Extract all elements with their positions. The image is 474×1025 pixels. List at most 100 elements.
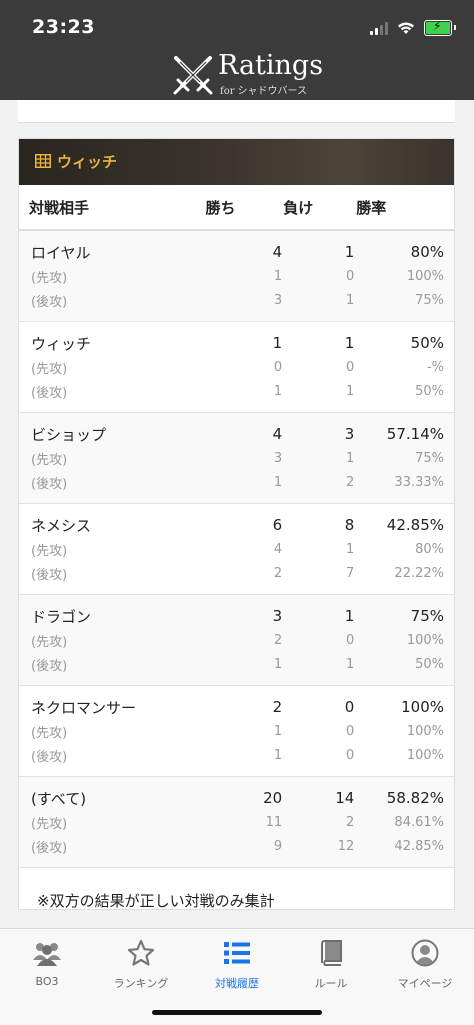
cell-rate: 75% <box>410 607 444 625</box>
star-icon <box>127 939 155 966</box>
cell-losses: 0 <box>346 723 355 739</box>
cell-wins: 1 <box>272 334 283 352</box>
matchup-first-row: (先攻) 4 1 80% <box>19 537 454 561</box>
cell-rate: 33.33% <box>394 474 444 490</box>
matchup-second-row: (後攻) 1 1 50% <box>19 652 454 686</box>
cell-wins: 11 <box>265 814 283 830</box>
list-icon <box>224 942 250 964</box>
battery-icon: ⚡ <box>424 19 456 36</box>
tab-bo3[interactable]: BO3 <box>2 937 92 988</box>
cell-rate: 50% <box>415 383 444 399</box>
cell-rate: 100% <box>406 723 444 739</box>
cell-label: ネメシス <box>31 516 92 535</box>
tab-label: ランキング <box>113 977 169 990</box>
matchup-total-row: ドラゴン 3 1 75% <box>19 595 454 629</box>
tab-match-history[interactable]: 対戦履歴 <box>192 937 282 991</box>
matchup-second-row: (後攻) 9 12 42.85% <box>19 834 454 868</box>
cell-label: ロイヤル <box>31 243 91 262</box>
cell-wins: 0 <box>273 359 283 375</box>
cell-label: (先攻) <box>31 634 68 650</box>
cell-losses: 0 <box>346 268 355 284</box>
table-icon <box>35 154 51 168</box>
cell-losses: 1 <box>346 656 355 672</box>
cell-losses: 14 <box>335 789 355 807</box>
cell-label: (後攻) <box>31 476 68 492</box>
matchup-group: ビショップ 4 3 57.14% (先攻) 3 1 75% (後攻) 1 2 33.33% <box>19 412 454 504</box>
table-header-row: 対戦相手 勝ち 負け 勝率 <box>19 185 454 231</box>
cell-label: (先攻) <box>31 725 68 741</box>
cell-rate: 57.14% <box>386 425 444 443</box>
cell-rate: 100% <box>406 268 444 284</box>
tab-my-page[interactable]: マイページ <box>380 937 470 991</box>
cell-wins: 3 <box>273 292 283 308</box>
cell-rate: 75% <box>415 292 444 308</box>
home-indicator[interactable] <box>152 1010 322 1015</box>
matchup-group: ネクロマンサー 2 0 100% (先攻) 1 0 100% (後攻) 1 0 100% <box>19 686 454 777</box>
cell-losses: 8 <box>344 516 355 534</box>
cell-wins: 3 <box>273 450 283 466</box>
cell-rate: 100% <box>401 698 444 716</box>
cell-wins: 2 <box>273 632 283 648</box>
cell-losses: 1 <box>346 292 355 308</box>
cell-losses: 2 <box>346 474 355 490</box>
cell-rate: 84.61% <box>394 814 444 830</box>
cell-losses: 1 <box>346 541 355 557</box>
cell-losses: 1 <box>346 383 355 399</box>
tab-label: 対戦履歴 <box>215 977 259 990</box>
tab-label: BO3 <box>35 975 59 988</box>
cell-wins: 3 <box>272 607 283 625</box>
cell-label: (後攻) <box>31 749 68 765</box>
cell-losses: 1 <box>346 450 355 466</box>
results-table: 対戦相手 勝ち 負け 勝率 ロイヤル 4 1 80% (先攻) 1 0 100% (後攻) 3 1 7… <box>19 185 454 868</box>
column-losses: 負け <box>282 185 356 231</box>
matchup-first-row: (先攻) 0 0 -% <box>19 355 454 379</box>
matchup-group: ドラゴン 3 1 75% (先攻) 2 0 100% (後攻) 1 1 50% <box>19 594 454 686</box>
cell-rate: 100% <box>406 747 444 763</box>
app-logo[interactable]: Ratings for シャドウバース <box>170 48 323 98</box>
cell-rate: 58.82% <box>386 789 444 807</box>
cell-rate: 42.85% <box>386 516 444 534</box>
cell-losses: 1 <box>344 243 355 261</box>
cell-losses: 0 <box>346 747 355 763</box>
cell-rate: 50% <box>410 334 444 352</box>
matchup-total-row: ビショップ 4 3 57.14% <box>19 413 454 447</box>
cell-losses: 12 <box>337 838 355 854</box>
matchup-total-row: ウィッチ 1 1 50% <box>19 322 454 356</box>
matchup-total-row: ネクロマンサー 2 0 100% <box>19 686 454 720</box>
cell-wins: 1 <box>273 383 283 399</box>
cell-losses: 0 <box>344 698 355 716</box>
matchup-group: ネメシス 6 8 42.85% (先攻) 4 1 80% (後攻) 2 7 22.22% <box>19 504 454 595</box>
cell-label: (先攻) <box>31 361 68 377</box>
tab-label: マイページ <box>397 977 453 990</box>
cell-wins: 1 <box>273 268 283 284</box>
matchup-group: (すべて) 20 14 58.82% (先攻) 11 2 84.61% (後攻) 9 12 42.85… <box>19 776 454 868</box>
matchup-total-row: ロイヤル 4 1 80% <box>19 230 454 264</box>
cell-label: (先攻) <box>31 452 68 468</box>
cell-losses: 1 <box>344 334 355 352</box>
cell-wins: 9 <box>273 838 283 854</box>
cell-rate: 100% <box>406 632 444 648</box>
matchup-group: ロイヤル 4 1 80% (先攻) 1 0 100% (後攻) 3 1 75% <box>19 230 454 322</box>
tab-ranking[interactable]: ランキング <box>96 937 186 991</box>
matchup-first-row: (先攻) 1 0 100% <box>19 264 454 288</box>
cell-wins: 2 <box>273 565 283 581</box>
logo-text: Ratings <box>218 50 324 81</box>
cell-wins: 4 <box>273 541 283 557</box>
tab-rules[interactable]: ルール <box>286 937 376 991</box>
card-header: ウィッチ <box>19 139 454 185</box>
matchup-second-row: (後攻) 3 1 75% <box>19 288 454 322</box>
cell-label: ウィッチ <box>31 334 92 353</box>
cell-label: (後攻) <box>31 294 68 310</box>
card-title: ウィッチ <box>57 153 118 171</box>
crossed-swords-icon <box>173 56 213 95</box>
cell-wins: 1 <box>273 723 283 739</box>
column-opponent: 対戦相手 <box>19 185 205 231</box>
footnote: ※双方の結果が正しい対戦のみ集計 <box>37 892 275 910</box>
cell-label: ネクロマンサー <box>31 698 137 717</box>
cell-rate: 75% <box>415 450 444 466</box>
column-rate: 勝率 <box>355 185 454 231</box>
cell-label: (先攻) <box>31 270 68 286</box>
matchup-total-row: ネメシス 6 8 42.85% <box>19 504 454 538</box>
cell-losses: 0 <box>346 632 355 648</box>
book-icon <box>321 940 342 966</box>
